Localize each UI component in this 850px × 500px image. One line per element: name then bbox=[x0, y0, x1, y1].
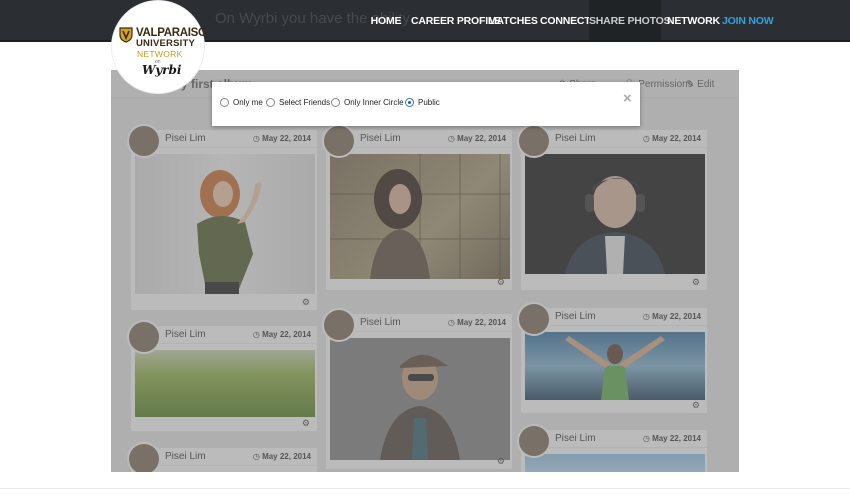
nav-career-profile[interactable]: CAREER PROFILE bbox=[411, 0, 501, 42]
nav-home[interactable]: HOME bbox=[366, 0, 406, 42]
privacy-option-public[interactable]: Public bbox=[405, 98, 440, 107]
privacy-option-label: Only Inner Circle bbox=[344, 98, 404, 107]
radio-button[interactable] bbox=[266, 98, 275, 107]
footer-divider bbox=[0, 488, 850, 489]
logo-wordmark: Wyrbi bbox=[142, 63, 182, 77]
radio-button-checked[interactable] bbox=[405, 98, 414, 107]
logo-line-3: NETWORK bbox=[137, 49, 183, 59]
nav-network[interactable]: NETWORK bbox=[667, 0, 720, 42]
privacy-option-label: Public bbox=[418, 98, 440, 107]
shield-icon bbox=[119, 27, 133, 43]
privacy-option-label: Only me bbox=[233, 98, 263, 107]
privacy-modal: Only me Select Friends Only Inner Circle… bbox=[212, 82, 640, 126]
privacy-option-label: Select Friends bbox=[279, 98, 331, 107]
radio-button[interactable] bbox=[331, 98, 340, 107]
radio-button[interactable] bbox=[220, 98, 229, 107]
nav-connect[interactable]: CONNECT bbox=[540, 0, 591, 42]
nav-join-now[interactable]: JOIN NOW bbox=[722, 0, 774, 42]
privacy-option-inner-circle[interactable]: Only Inner Circle bbox=[331, 98, 404, 107]
logo-line-2: UNIVERSITY bbox=[136, 38, 196, 49]
modal-backdrop[interactable] bbox=[111, 70, 739, 472]
university-logo[interactable]: VALPARAISO UNIVERSITY NETWORK on Wyrbi bbox=[112, 1, 207, 93]
privacy-option-only-me[interactable]: Only me bbox=[220, 98, 263, 107]
app-window: On Wyrbi you have the ability HOME CAREE… bbox=[0, 0, 850, 500]
nav-matches[interactable]: MATCHES bbox=[488, 0, 538, 42]
privacy-option-select-friends[interactable]: Select Friends bbox=[266, 98, 330, 107]
nav-share-photos[interactable]: SHARE PHOTOS bbox=[589, 0, 671, 42]
close-icon[interactable]: × bbox=[623, 90, 632, 107]
